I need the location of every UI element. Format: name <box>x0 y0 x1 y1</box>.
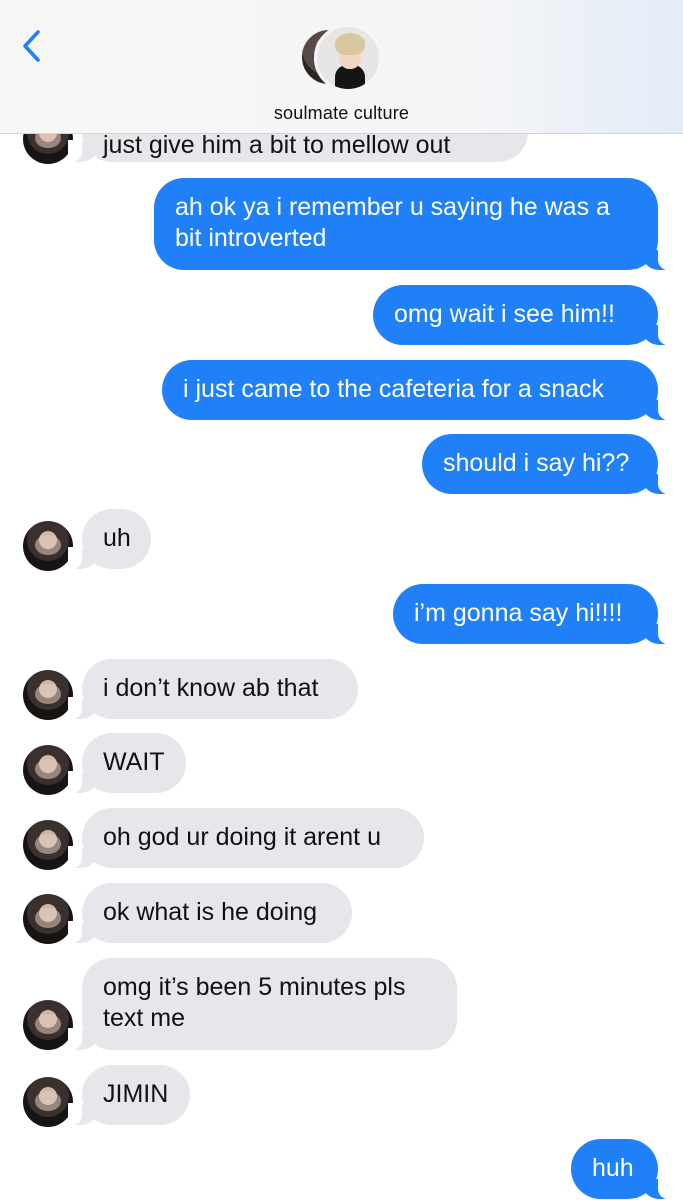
message-text-line-2: bit introverted <box>175 224 327 252</box>
message-text: i don’t know ab that <box>103 674 319 702</box>
message-text: JIMIN <box>103 1080 169 1108</box>
contact-avatar-primary <box>314 24 382 92</box>
outgoing-message[interactable]: ah ok ya i remember u saying he was a bi… <box>154 178 672 270</box>
outgoing-message[interactable]: omg wait i see him!! <box>373 285 672 345</box>
outgoing-message[interactable]: i just came to the cafeteria for a snack <box>162 360 672 420</box>
contact-name[interactable]: soulmate culture <box>0 103 683 124</box>
message-text: oh god ur doing it arent u <box>103 823 381 851</box>
message-text: ok what is he doing <box>103 898 318 926</box>
message-text: i just came to the cafeteria for a snack <box>183 375 605 403</box>
outgoing-message[interactable]: should i say hi?? <box>422 434 672 494</box>
contact-avatar[interactable] <box>23 820 73 870</box>
outgoing-message[interactable]: huh <box>571 1139 672 1199</box>
message-list[interactable]: just give him a bit to mellow out ah ok … <box>0 0 683 1200</box>
message-text-line-2: text me <box>103 1004 185 1032</box>
message-text: omg it’s been 5 minutes pls <box>103 973 406 1001</box>
message-text: WAIT <box>103 748 165 776</box>
contact-avatar[interactable] <box>23 894 73 944</box>
incoming-message[interactable]: i don’t know ab that <box>68 659 358 719</box>
message-text: omg wait i see him!! <box>394 300 615 328</box>
contact-avatar-group[interactable] <box>300 24 386 92</box>
incoming-message[interactable]: JIMIN <box>68 1065 190 1125</box>
incoming-message[interactable]: oh god ur doing it arent u <box>68 808 424 868</box>
incoming-message[interactable]: omg it’s been 5 minutes pls text me <box>68 958 457 1050</box>
contact-avatar[interactable] <box>23 521 73 571</box>
contact-avatar[interactable] <box>23 1077 73 1127</box>
contact-avatar[interactable] <box>23 670 73 720</box>
incoming-message[interactable]: uh <box>68 509 151 569</box>
incoming-message[interactable]: WAIT <box>68 733 186 793</box>
conversation-header: soulmate culture <box>0 0 683 134</box>
back-button[interactable] <box>18 26 48 66</box>
message-text: i’m gonna say hi!!!! <box>414 599 623 627</box>
messages-screen: just give him a bit to mellow out ah ok … <box>0 0 683 1200</box>
message-text: should i say hi?? <box>443 449 630 477</box>
message-text: uh <box>103 524 131 552</box>
message-text: ah ok ya i remember u saying he was a <box>175 193 610 221</box>
contact-avatar[interactable] <box>23 1000 73 1050</box>
message-text: just give him a bit to mellow out <box>103 131 451 159</box>
message-text: huh <box>592 1154 634 1182</box>
incoming-message[interactable]: ok what is he doing <box>68 883 352 943</box>
outgoing-message[interactable]: i’m gonna say hi!!!! <box>393 584 672 644</box>
chevron-left-icon <box>23 30 40 62</box>
contact-avatar[interactable] <box>23 745 73 795</box>
